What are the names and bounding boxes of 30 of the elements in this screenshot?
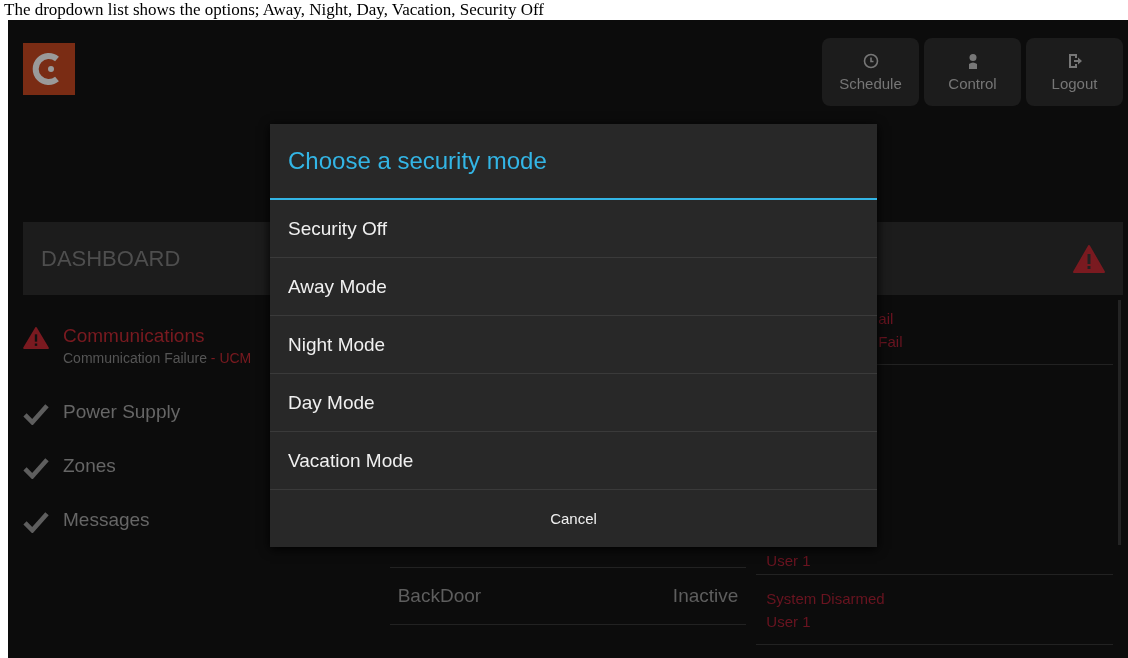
mode-option[interactable]: Day Mode (270, 374, 877, 432)
mode-option[interactable]: Away Mode (270, 258, 877, 316)
zone-state: Inactive (672, 585, 739, 607)
event-text: User 1 (766, 551, 812, 571)
mode-option[interactable]: Security Off (270, 200, 877, 258)
checkmark-icon (23, 511, 49, 533)
warning-icon (23, 327, 49, 349)
toolbar-button[interactable]: Control (924, 38, 1021, 106)
mode-option[interactable]: Vacation Mode (270, 432, 877, 490)
app-logo-icon (23, 43, 75, 95)
mode-option[interactable]: Night Mode (270, 316, 877, 374)
zone-name: BackDoor (397, 585, 482, 607)
checkmark-icon (23, 403, 49, 425)
toolbar-button[interactable]: Schedule (822, 38, 919, 106)
caption-text: The dropdown list shows the options; Away, Night, Day, Vacation, Security Off (3, 0, 545, 20)
toolbar-button[interactable]: Logout (1026, 38, 1123, 106)
status-detail: Communication Failure - UCM (63, 350, 252, 366)
event-text: Fail (878, 332, 904, 352)
cancel-button[interactable]: Cancel (270, 490, 877, 547)
exit-icon (1066, 52, 1083, 69)
checkmark-icon (23, 457, 49, 479)
status-label: Messages (63, 509, 150, 531)
status-label: Zones (63, 455, 116, 477)
event-text: ail (878, 309, 895, 329)
clock-icon (862, 52, 879, 69)
event-text: System Disarmed (766, 588, 886, 609)
status-label: Power Supply (63, 401, 181, 423)
dialog-title: Choose a security mode (270, 124, 877, 200)
event-text: User 1 (766, 611, 812, 632)
status-label: Communications (63, 325, 206, 347)
